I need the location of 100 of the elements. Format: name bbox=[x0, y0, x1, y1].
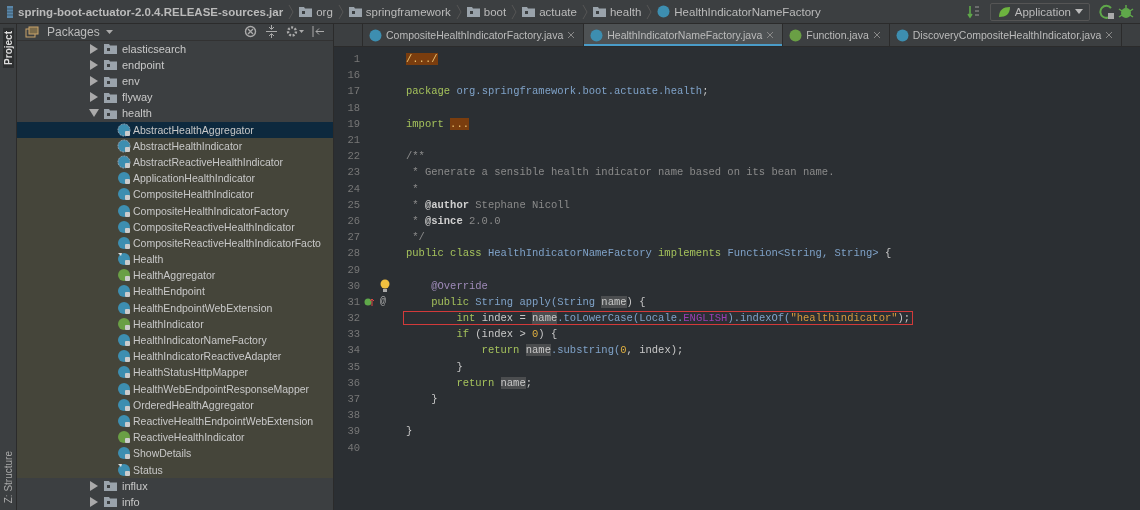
caret-icon bbox=[1075, 9, 1083, 14]
class-tree-item[interactable]: Status bbox=[17, 461, 333, 478]
editor-tab[interactable]: DiscoveryCompositeHealthIndicator.java bbox=[889, 24, 1123, 46]
line-number: 28 bbox=[346, 247, 360, 260]
collapsed-arrow-icon[interactable] bbox=[89, 43, 99, 54]
class-icon bbox=[117, 300, 131, 315]
tool-window-tab[interactable]: Z: Structure bbox=[2, 447, 14, 506]
class-icon bbox=[117, 154, 131, 169]
expanded-arrow-icon[interactable] bbox=[89, 108, 99, 119]
class-icon bbox=[117, 381, 131, 396]
class-icon bbox=[895, 28, 909, 42]
package-tree-item[interactable]: env bbox=[17, 72, 333, 90]
rerun-icon[interactable] bbox=[1099, 3, 1115, 20]
code-line: @Override bbox=[430, 279, 489, 292]
breadcrumb-item[interactable]: boot bbox=[466, 5, 507, 18]
class-tree-item[interactable]: ApplicationHealthIndicator bbox=[17, 170, 333, 187]
code-line: * bbox=[411, 182, 420, 195]
folder-icon bbox=[299, 6, 313, 17]
class-icon bbox=[117, 203, 131, 218]
code-line: } bbox=[455, 360, 464, 373]
class-tree-item[interactable]: HealthAggregator bbox=[17, 267, 333, 284]
line-number: 1 bbox=[352, 53, 360, 66]
line-number: 16 bbox=[346, 69, 360, 82]
line-number: 24 bbox=[346, 182, 360, 195]
class-tree-item[interactable]: HealthStatusHttpMapper bbox=[17, 364, 333, 381]
package-tree-item[interactable]: endpoint bbox=[17, 56, 333, 73]
code-line: package org.springframework.boot.actuate.health; bbox=[405, 85, 710, 98]
breadcrumb-item[interactable]: actuate bbox=[522, 5, 577, 18]
code-line: * Generate a sensible health indicator name based on its bean name. bbox=[411, 166, 836, 179]
code-line: * @author Stephane Nicoll bbox=[411, 198, 571, 211]
breadcrumb-item[interactable]: org bbox=[299, 5, 333, 18]
tool-window-tab[interactable]: Project bbox=[2, 28, 14, 68]
line-number: 39 bbox=[346, 425, 360, 438]
class-icon bbox=[117, 219, 131, 234]
class-tree-item[interactable]: AbstractHealthAggregator bbox=[17, 121, 333, 138]
settings-icon[interactable] bbox=[286, 25, 304, 39]
collapsed-arrow-icon[interactable] bbox=[89, 59, 99, 70]
class-tree-item[interactable]: ReactiveHealthIndicator bbox=[17, 429, 333, 446]
sort-icon[interactable] bbox=[966, 4, 981, 19]
package-tree-item[interactable]: health bbox=[17, 105, 333, 122]
breadcrumb-item[interactable]: spring-boot-actuator-2.0.4.RELEASE-sources.jar bbox=[6, 4, 284, 19]
collapsed-arrow-icon[interactable] bbox=[89, 480, 99, 491]
locate-icon[interactable] bbox=[244, 25, 257, 39]
folder-icon bbox=[466, 6, 480, 17]
line-number: 30 bbox=[346, 279, 360, 292]
line-number: 31 bbox=[346, 295, 360, 308]
run-configuration-dropdown[interactable]: Application bbox=[989, 2, 1090, 21]
folder-icon bbox=[104, 59, 117, 71]
class-icon bbox=[117, 349, 131, 364]
interface-icon bbox=[117, 316, 131, 331]
folder-icon bbox=[104, 75, 117, 87]
code-line: } bbox=[430, 393, 439, 406]
line-number: 29 bbox=[346, 263, 360, 276]
class-tree-item[interactable]: CompositeHealthIndicator bbox=[17, 186, 333, 203]
view-selector[interactable]: Packages bbox=[47, 24, 113, 39]
class-tree-item[interactable]: HealthIndicatorReactiveAdapter bbox=[17, 348, 333, 365]
line-number: 36 bbox=[346, 376, 360, 389]
class-tree-item[interactable]: CompositeHealthIndicatorFactory bbox=[17, 202, 333, 219]
code-line: int index = name.toLowerCase(Locale.ENGLISH).indexOf("healthindicator"); bbox=[404, 312, 913, 325]
debug-icon[interactable] bbox=[1118, 3, 1134, 20]
breadcrumb-item[interactable]: health bbox=[592, 5, 642, 18]
breadcrumb-item[interactable]: HealthIndicatorNameFactory bbox=[657, 5, 821, 18]
folder-icon bbox=[522, 6, 536, 17]
line-number: 22 bbox=[346, 150, 360, 163]
line-number: 38 bbox=[346, 409, 360, 422]
package-tree-item[interactable]: flyway bbox=[17, 89, 333, 106]
collapsed-arrow-icon[interactable] bbox=[89, 76, 99, 87]
close-icon[interactable] bbox=[567, 31, 576, 39]
class-icon bbox=[590, 28, 604, 42]
class-icon bbox=[117, 138, 131, 153]
line-number: 25 bbox=[346, 198, 360, 211]
collapsed-arrow-icon[interactable] bbox=[89, 496, 99, 507]
line-number: 26 bbox=[346, 214, 360, 227]
editor-tab[interactable]: Function.java bbox=[783, 24, 890, 46]
class-tree-item[interactable]: HealthEndpoint bbox=[17, 283, 333, 300]
implements-marker-icon[interactable] bbox=[364, 296, 374, 307]
class-icon bbox=[117, 235, 131, 250]
class-tree-item[interactable]: ShowDetails bbox=[17, 445, 333, 462]
folder-icon bbox=[104, 91, 117, 103]
hide-panel-icon[interactable] bbox=[312, 25, 325, 39]
package-tree-item[interactable]: elasticsearch bbox=[17, 40, 333, 57]
editor-tab[interactable]: HealthIndicatorNameFactory.java bbox=[584, 24, 784, 46]
package-tree-item[interactable]: influx bbox=[17, 477, 333, 494]
class-tree-item[interactable]: Health bbox=[17, 251, 333, 268]
class-icon bbox=[117, 397, 131, 412]
line-number: 18 bbox=[346, 101, 360, 114]
package-tree-item[interactable]: info bbox=[17, 493, 333, 510]
code-line: return name; bbox=[455, 376, 534, 389]
class-icon bbox=[117, 413, 131, 428]
class-icon bbox=[117, 284, 131, 299]
archive-icon bbox=[6, 4, 14, 19]
lightbulb-icon[interactable] bbox=[380, 278, 390, 293]
line-number: 37 bbox=[346, 393, 360, 406]
breadcrumb-item[interactable]: springframework bbox=[348, 5, 451, 18]
line-number: 33 bbox=[346, 328, 360, 341]
collapsed-arrow-icon[interactable] bbox=[89, 92, 99, 103]
code-line: public class HealthIndicatorNameFactory implements Function<String, String> { bbox=[405, 247, 893, 260]
collapse-icon[interactable] bbox=[265, 25, 278, 39]
close-icon[interactable] bbox=[1105, 31, 1114, 39]
close-icon[interactable] bbox=[872, 31, 881, 39]
